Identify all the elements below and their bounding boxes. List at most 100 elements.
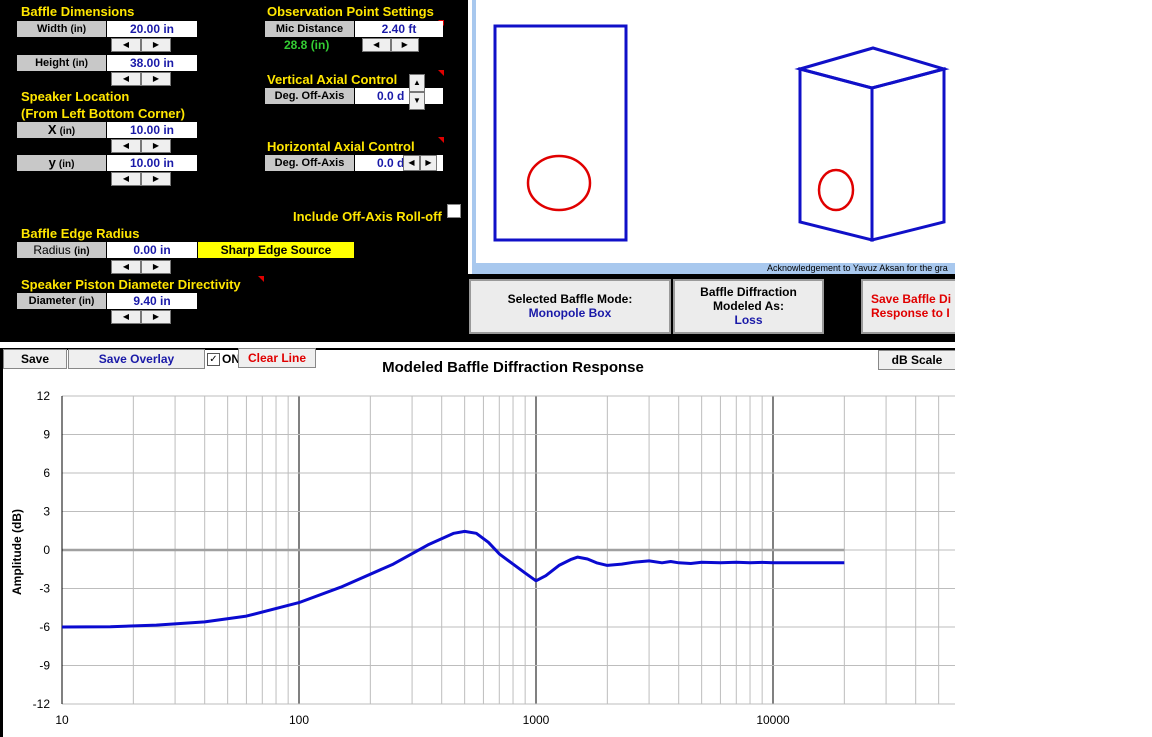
horizontal-right-button[interactable]: ▶ [420,155,437,171]
modeled-as-value: Loss [734,313,763,327]
width-spinner[interactable]: ◀ ▶ [111,38,171,52]
x-tick-label: 100 [289,713,309,727]
modeled-as-panel[interactable]: Baffle Diffraction Modeled As: Loss [673,279,824,334]
include-rolloff-checkbox[interactable] [447,204,461,218]
include-rolloff-label: Include Off-Axis Roll-off [293,209,442,224]
x-label: X (in) [17,122,106,138]
x-spinner[interactable]: ◀ ▶ [111,139,171,153]
radius-decrease-button[interactable]: ◀ [111,260,141,274]
y-tick-label: 12 [37,389,51,403]
selected-mode-value: Monopole Box [528,306,612,320]
vertical-up-button[interactable]: ▲ [409,74,425,92]
vertical-deg-field[interactable]: 0.0 d [355,88,443,104]
save-response-button[interactable]: Save Baffle Di Response to I [861,279,955,334]
speaker-location-subtitle: (From Left Bottom Corner) [21,106,185,121]
x-tick-label: 1000 [523,713,550,727]
box-front-face [798,67,874,242]
mic-distance-inches: 28.8 (in) [284,38,330,52]
y-unit: (in) [58,159,75,170]
save-response-line2: Response to I [871,306,950,320]
height-unit: (in) [72,58,88,69]
diameter-decrease-button[interactable]: ◀ [111,310,141,324]
width-label: Width (in) [17,21,106,37]
vertical-deg-label: Deg. Off-Axis [265,88,354,104]
y-decrease-button[interactable]: ◀ [111,172,141,186]
y-tick-label: -6 [39,620,50,634]
width-decrease-button[interactable]: ◀ [111,38,141,52]
radius-field[interactable]: 0.00 in [107,242,197,258]
horizontal-left-button[interactable]: ◀ [403,155,420,171]
width-field[interactable]: 20.00 in [107,21,197,37]
diameter-spinner[interactable]: ◀ ▶ [111,310,171,324]
acknowledgement-text: Acknowledgement to Yavuz Aksan for the g… [767,263,948,273]
comment-marker [438,137,444,143]
mic-increase-button[interactable]: ▶ [390,38,419,52]
diameter-increase-button[interactable]: ▶ [141,310,171,324]
radius-spinner[interactable]: ◀ ▶ [111,260,171,274]
front-speaker-circle [526,154,592,212]
y-axis-label: Amplitude (dB) [10,509,24,595]
x-field[interactable]: 10.00 in [107,122,197,138]
x-decrease-button[interactable]: ◀ [111,139,141,153]
diameter-label-text: Diameter [28,295,76,307]
baffle-diagram-svg [493,24,950,242]
radius-label-text: Radius [33,243,71,257]
response-curve [61,529,845,629]
selected-mode-panel[interactable]: Selected Baffle Mode: Monopole Box [469,279,671,334]
x-label-text: X [47,122,57,137]
response-chart: Modeled Baffle Diffraction Response Ampl… [10,359,955,727]
speaker-location-title: Speaker Location [21,89,130,104]
modeled-as-line2: Modeled As: [713,299,784,313]
y-tick-label: -9 [39,659,50,673]
save-response-line1: Save Baffle Di [871,292,952,306]
height-increase-button[interactable]: ▶ [141,72,171,86]
piston-title: Speaker Piston Diameter Directivity [21,277,241,292]
height-decrease-button[interactable]: ◀ [111,72,141,86]
chart-title: Modeled Baffle Diffraction Response [382,359,644,376]
y-increase-button[interactable]: ▶ [141,172,171,186]
y-tick-label: 3 [43,505,50,519]
height-label: Height (in) [17,55,106,71]
box-side-face [870,67,946,242]
baffle-dimensions-title: Baffle Dimensions [21,4,135,19]
radius-increase-button[interactable]: ▶ [141,260,171,274]
width-unit: (in) [70,24,87,35]
diameter-label: Diameter (in) [17,293,106,309]
width-increase-button[interactable]: ▶ [141,38,171,52]
front-baffle-rect [493,24,628,242]
y-label-text: y [48,155,56,170]
y-label: y (in) [17,155,106,171]
y-spinner[interactable]: ◀ ▶ [111,172,171,186]
selected-mode-label: Selected Baffle Mode: [507,292,633,306]
chart-grid [61,395,955,705]
y-tick-label: 0 [43,543,50,557]
comment-marker [438,70,444,76]
y-field[interactable]: 10.00 in [107,155,197,171]
radius-unit: (in) [74,246,90,257]
mic-distance-spinner[interactable]: ◀ ▶ [362,38,419,52]
vertical-axial-title: Vertical Axial Control [267,72,398,87]
y-tick-label: 9 [43,428,50,442]
diameter-unit: (in) [78,296,95,307]
diameter-field[interactable]: 9.40 in [107,293,197,309]
baffle-diagram [476,0,955,263]
height-spinner[interactable]: ◀ ▶ [111,72,171,86]
x-increase-button[interactable]: ▶ [141,139,171,153]
vertical-down-button[interactable]: ▼ [409,92,425,110]
y-tick-label: 6 [43,466,50,480]
mic-decrease-button[interactable]: ◀ [362,38,391,52]
mic-distance-label: Mic Distance [265,21,354,37]
x-unit: (in) [59,126,76,137]
height-field[interactable]: 38.00 in [107,55,197,71]
horizontal-spinner[interactable]: ◀ ▶ [403,155,437,171]
box-speaker-circle [817,168,855,212]
radius-label: Radius (in) [17,242,106,258]
vertical-spinner[interactable]: ▲ ▼ [409,74,425,110]
sharp-edge-badge: Sharp Edge Source [198,242,354,258]
comment-marker [258,276,264,282]
y-tick-label: -12 [33,697,51,711]
x-tick-label: 10000 [756,713,790,727]
mic-distance-field[interactable]: 2.40 ft [355,21,443,37]
observation-title: Observation Point Settings [267,4,434,19]
edge-radius-title: Baffle Edge Radius [21,226,140,241]
